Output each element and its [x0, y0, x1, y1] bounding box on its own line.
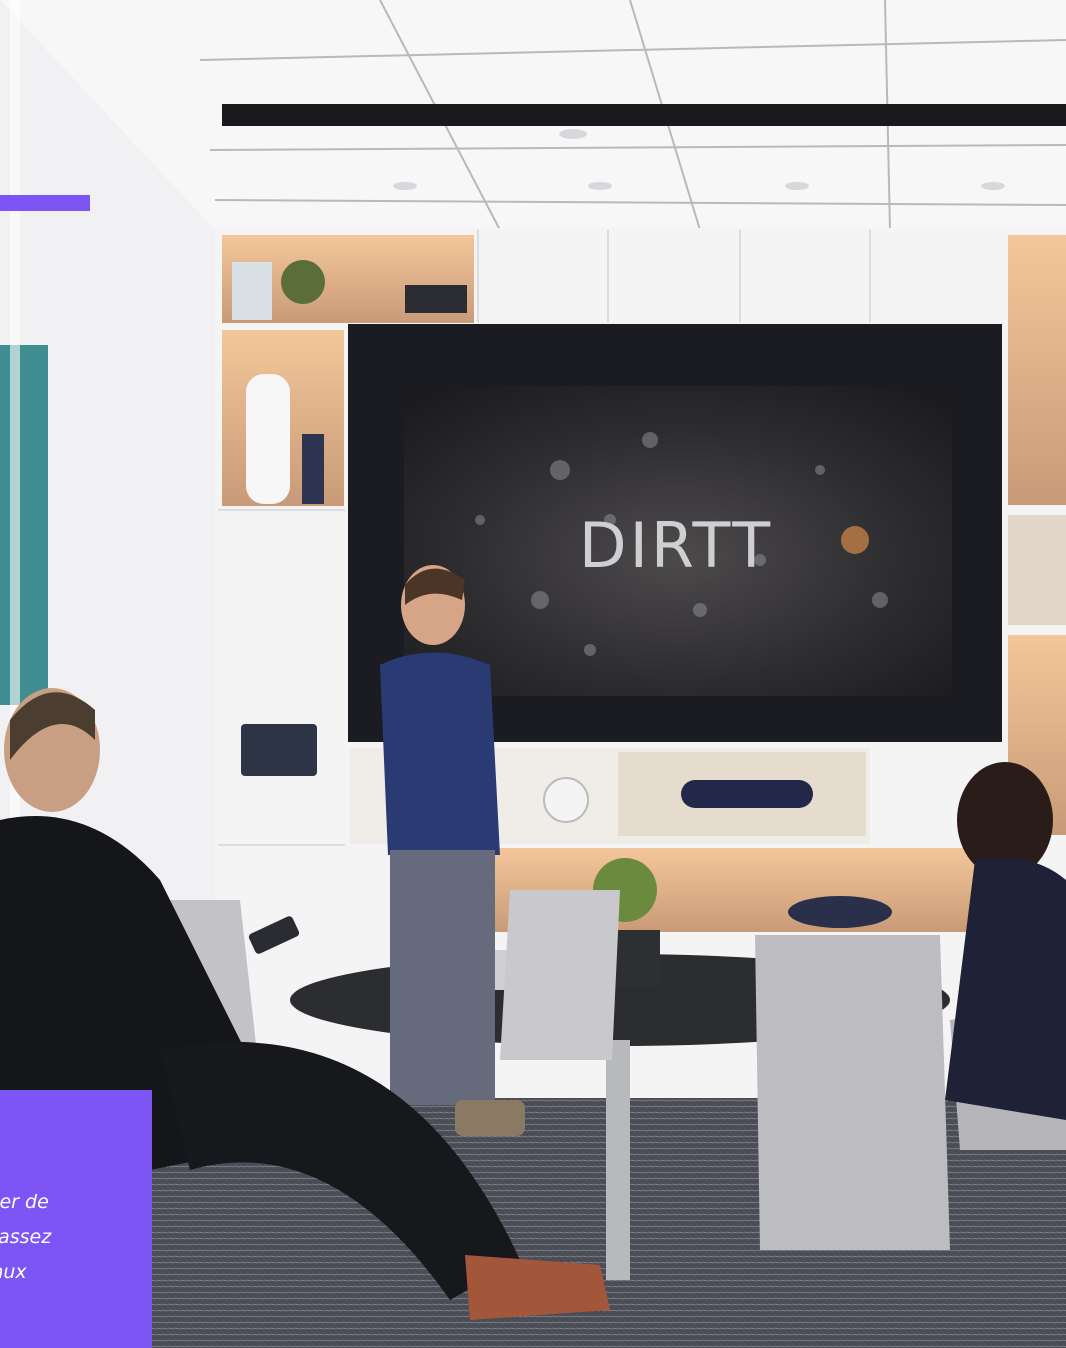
presenter-shirt — [380, 652, 500, 855]
wall-clock — [543, 777, 589, 823]
caption-box: nter de n assez eaux — [0, 1090, 152, 1348]
chair-front — [755, 935, 950, 1250]
sneaker — [465, 1255, 610, 1320]
presenter-trousers — [390, 850, 495, 1105]
office-meeting-photo: DIRTT — [0, 0, 1066, 1348]
caption-line-1: nter de — [0, 1191, 49, 1213]
window-teal — [0, 345, 48, 705]
soundbar — [681, 780, 813, 808]
screen-logo-text: DIRTT — [579, 509, 773, 582]
vase — [246, 374, 290, 504]
room-panel — [241, 724, 317, 776]
caption-text: nter de n assez eaux — [0, 1185, 152, 1290]
accent-bar — [0, 195, 90, 211]
caption-line-2: n assez — [0, 1226, 52, 1248]
light-track — [222, 104, 1066, 126]
chair-back — [500, 890, 620, 1060]
caption-line-3: eaux — [0, 1261, 27, 1283]
shelf-right — [1008, 235, 1066, 505]
